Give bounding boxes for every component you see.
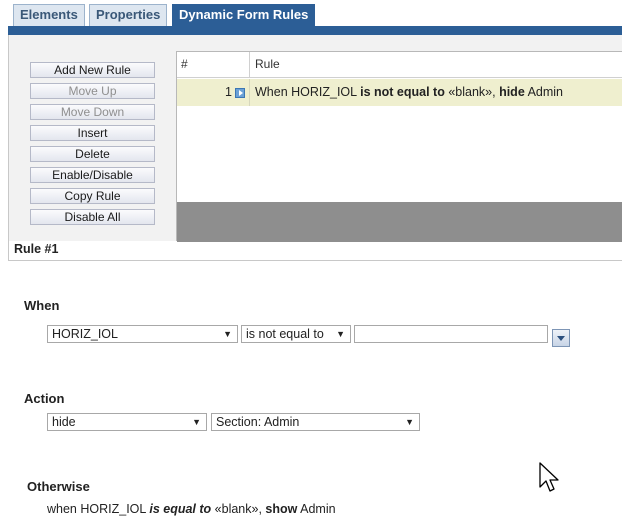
chevron-down-icon: ▼: [223, 329, 232, 339]
tab-dynamic-form-rules[interactable]: Dynamic Form Rules: [172, 4, 316, 27]
move-down-button[interactable]: Move Down: [30, 104, 155, 120]
when-label: When: [24, 298, 60, 313]
disable-all-button[interactable]: Disable All: [30, 209, 155, 225]
copy-rule-button[interactable]: Copy Rule: [30, 188, 155, 204]
value-dropdown-button[interactable]: [552, 329, 570, 347]
enable-disable-button[interactable]: Enable/Disable: [30, 167, 155, 183]
value-input[interactable]: [354, 325, 548, 343]
tab-underline: [8, 26, 622, 35]
rules-panel: Add New Rule Move Up Move Down Insert De…: [8, 35, 622, 242]
divider: [8, 260, 622, 261]
tab-bar: Elements Properties Dynamic Form Rules: [0, 0, 622, 36]
rule-description: When HORIZ_IOL is not equal to «blank», …: [255, 85, 563, 99]
panel-border: [8, 241, 9, 261]
mouse-pointer-icon: [539, 462, 559, 492]
delete-button[interactable]: Delete: [30, 146, 155, 162]
tab-properties[interactable]: Properties: [89, 4, 168, 26]
rule-title: Rule #1: [14, 242, 59, 256]
when-field-select[interactable]: HORIZ_IOL ▼: [47, 325, 238, 343]
tab-elements[interactable]: Elements: [13, 4, 85, 26]
action-verb-select[interactable]: hide ▼: [47, 413, 207, 431]
operator-select[interactable]: is not equal to ▼: [241, 325, 351, 343]
rules-grid: # Rule 1 When HORIZ_IOL is not equal to …: [176, 51, 622, 242]
column-header-number[interactable]: #: [181, 57, 188, 71]
insert-button[interactable]: Insert: [30, 125, 155, 141]
grid-empty-area: [177, 202, 622, 242]
add-new-rule-button[interactable]: Add New Rule: [30, 62, 155, 78]
otherwise-label: Otherwise: [27, 479, 90, 494]
action-label: Action: [24, 391, 65, 406]
grid-header: # Rule: [177, 52, 622, 78]
column-separator: [249, 52, 250, 78]
chevron-down-icon: ▼: [192, 417, 201, 427]
chevron-down-icon: ▼: [405, 417, 414, 427]
move-up-button[interactable]: Move Up: [30, 83, 155, 99]
column-header-rule[interactable]: Rule: [255, 57, 280, 71]
action-target-select[interactable]: Section: Admin ▼: [211, 413, 420, 431]
row-number: 1: [225, 85, 232, 99]
chevron-down-icon: ▼: [336, 329, 345, 339]
otherwise-description: when HORIZ_IOL is equal to «blank», show…: [47, 502, 336, 516]
column-separator: [249, 79, 250, 106]
table-row[interactable]: 1 When HORIZ_IOL is not equal to «blank»…: [177, 79, 622, 106]
row-arrow-icon[interactable]: [235, 88, 245, 98]
